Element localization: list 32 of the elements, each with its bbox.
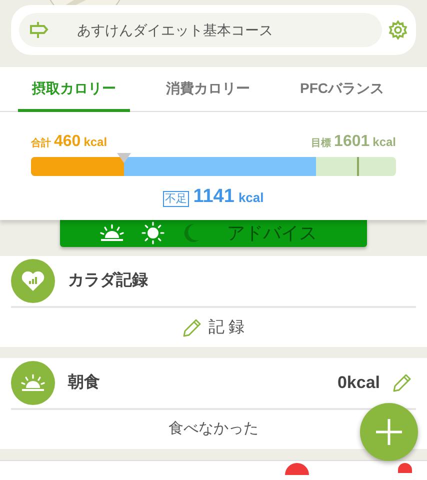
- course-title: あすけんダイエット基本コース: [77, 20, 273, 40]
- advice-button[interactable]: アドバイス: [60, 220, 367, 247]
- shortage-value: 1141: [193, 185, 234, 210]
- target-unit: kcal: [372, 134, 396, 152]
- section-title: カラダ記録: [68, 270, 148, 291]
- pencil-icon: [182, 318, 202, 338]
- target-value: 1601: [334, 132, 370, 152]
- total-value: 460: [54, 132, 81, 152]
- tab[interactable]: PFCバランス: [286, 67, 398, 112]
- shortage-label: 不足: [163, 191, 190, 208]
- tab[interactable]: 摂取カロリー: [18, 67, 130, 112]
- sunrise-icon: [11, 361, 55, 405]
- section-title: 朝食: [68, 372, 100, 393]
- record-button[interactable]: 記 録: [182, 316, 245, 340]
- heart-chart-icon: [11, 259, 55, 303]
- kcal-value: 0kcal: [337, 372, 380, 394]
- tab[interactable]: 消費カロリー: [152, 67, 264, 112]
- settings-icon[interactable]: [388, 20, 408, 40]
- moon-icon: [182, 223, 200, 244]
- total-unit: kcal: [84, 134, 108, 152]
- sun-icon: [141, 221, 165, 246]
- plus-icon: [375, 418, 403, 446]
- target-label: 目標: [311, 136, 332, 152]
- pencil-icon: [392, 373, 412, 393]
- total-label: 合計: [31, 136, 51, 152]
- shortage-unit: kcal: [238, 189, 264, 208]
- edit-button[interactable]: [392, 373, 412, 393]
- meal-note: 食べなかった: [168, 419, 258, 440]
- pointer-icon: [117, 153, 132, 164]
- signpost-icon: [29, 20, 49, 40]
- course-field[interactable]: あすけんダイエット基本コース: [19, 13, 382, 48]
- sunrise-icon: [100, 224, 124, 242]
